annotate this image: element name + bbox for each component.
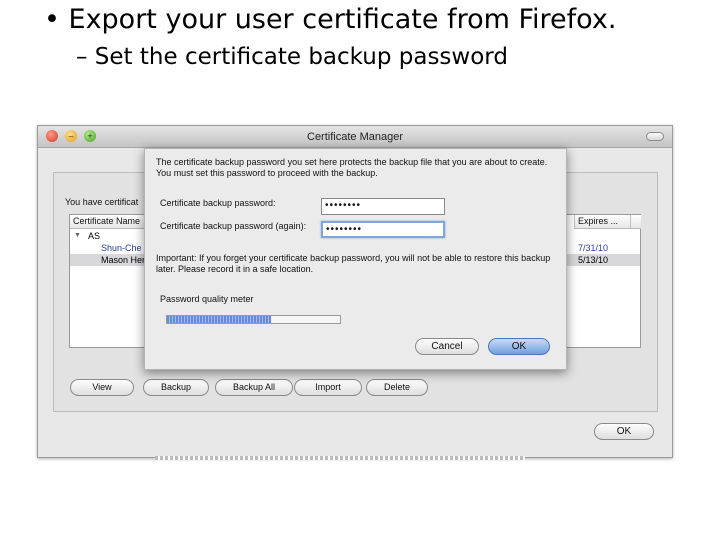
slide-subbullet: – Set the certificate backup password	[76, 44, 508, 70]
toolbar-toggle-button[interactable]	[646, 132, 664, 141]
backup-button[interactable]: Backup	[143, 379, 209, 396]
import-button[interactable]: Import	[294, 379, 362, 396]
password-quality-fill	[167, 316, 271, 323]
certificate-expires-cell: 7/31/10	[578, 243, 609, 253]
certificate-expires-cell: 5/13/10	[578, 255, 609, 265]
window-title: Certificate Manager	[307, 131, 403, 143]
sheet-intro-text: The certificate backup password you set …	[156, 157, 548, 178]
backup-all-button[interactable]: Backup All	[215, 379, 293, 396]
delete-button[interactable]: Delete	[366, 379, 428, 396]
disclosure-triangle-icon[interactable]: ▼	[74, 230, 81, 242]
password-quality-label: Password quality meter	[160, 294, 254, 304]
password-quality-meter	[166, 315, 341, 324]
bottom-decoration	[155, 456, 525, 460]
ok-button[interactable]: OK	[488, 338, 550, 355]
view-button[interactable]: View	[70, 379, 134, 396]
group-name: AS	[88, 231, 101, 241]
password-again-label: Certificate backup password (again):	[160, 221, 307, 231]
title-bar[interactable]: – + Certificate Manager	[38, 126, 672, 148]
slide-bullet: • Export your user certificate from Fire…	[44, 4, 617, 35]
certificate-name-cell: Mason Her	[101, 255, 146, 265]
important-warning-text: Important: If you forget your certificat…	[156, 253, 551, 274]
password-label: Certificate backup password:	[160, 198, 276, 208]
certificates-info-text: You have certificat	[65, 197, 139, 207]
backup-password-sheet: The certificate backup password you set …	[144, 148, 567, 370]
password-field[interactable]: ••••••••	[321, 198, 445, 215]
password-again-field[interactable]: ••••••••	[321, 221, 445, 238]
certificate-name-cell: Shun-Che	[101, 243, 142, 253]
column-header-expires[interactable]: Expires ...	[574, 215, 630, 229]
column-picker-icon[interactable]	[630, 215, 641, 229]
window-ok-button[interactable]: OK	[594, 423, 654, 440]
cancel-button[interactable]: Cancel	[415, 338, 479, 355]
